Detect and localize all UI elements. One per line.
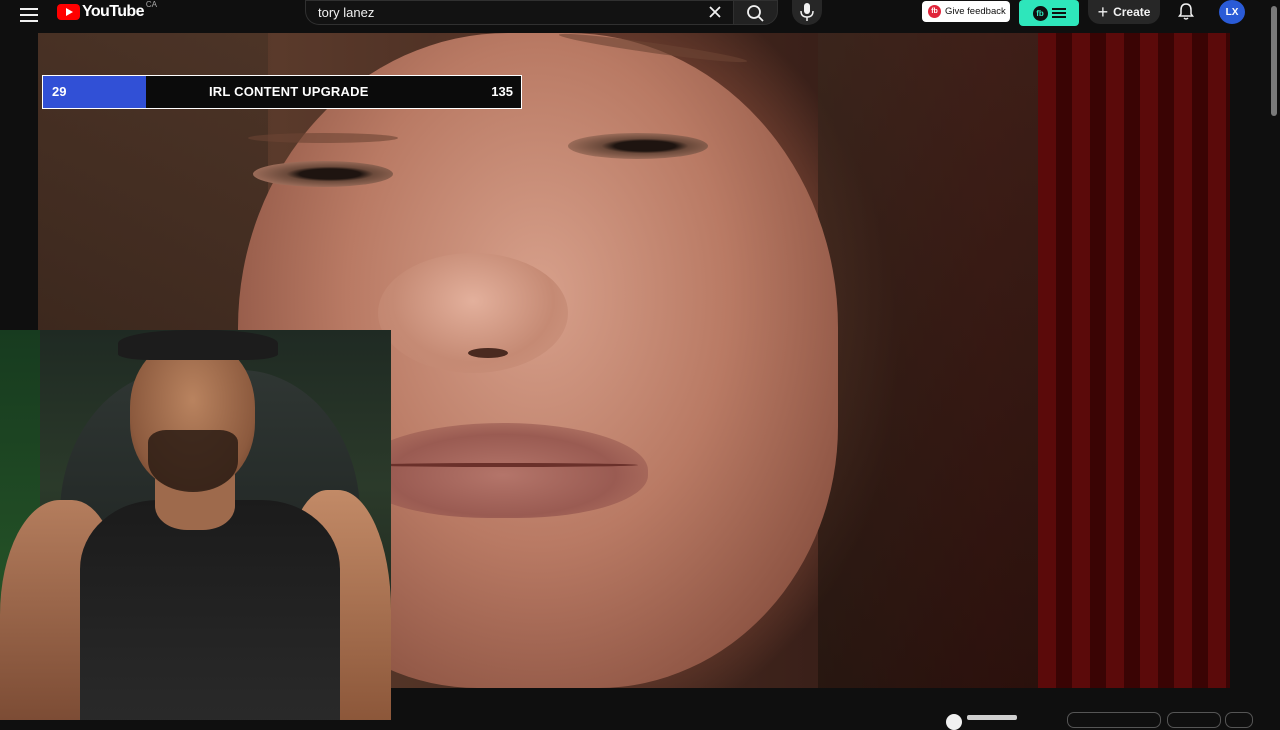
feedback-label: Give feedback	[945, 6, 1006, 17]
extension-button[interactable]: fb	[1019, 0, 1079, 26]
create-label: Create	[1113, 5, 1151, 19]
hamburger-icon	[1051, 6, 1066, 20]
youtube-logo[interactable]: YouTube CA	[57, 0, 157, 21]
video-frame-curtain	[1038, 33, 1230, 688]
search-box[interactable]	[305, 0, 735, 25]
video-frame-brow-left	[248, 133, 398, 143]
clear-icon[interactable]	[706, 3, 724, 21]
channel-name-partial	[967, 715, 1017, 720]
page-scrollbar[interactable]	[1268, 0, 1280, 720]
goal-title: IRL CONTENT UPGRADE	[209, 84, 369, 99]
goal-target: 135	[491, 84, 513, 99]
search-button[interactable]	[733, 0, 778, 25]
action-button-2[interactable]	[1167, 712, 1221, 728]
video-frame-nostril	[468, 348, 508, 358]
menu-icon[interactable]	[20, 5, 38, 22]
create-button[interactable]: + Create	[1088, 0, 1160, 24]
extension-badge: fb	[1032, 5, 1048, 21]
channel-avatar[interactable]	[946, 714, 962, 730]
search-icon	[747, 5, 764, 22]
youtube-logo-icon	[57, 4, 80, 20]
below-video-strip	[391, 688, 1268, 730]
bell-icon[interactable]	[1176, 1, 1196, 21]
scrollbar-thumb[interactable]	[1271, 6, 1277, 116]
video-frame-lip-line	[368, 463, 638, 467]
webcam-overlay	[0, 330, 391, 720]
stream-goal-bar: 29 IRL CONTENT UPGRADE 135	[42, 75, 522, 109]
video-frame-lips	[358, 423, 648, 518]
avatar-initials: LX	[1225, 6, 1239, 18]
logo-text: YouTube	[82, 3, 144, 20]
country-code: CA	[145, 0, 157, 9]
avatar[interactable]: LX	[1219, 0, 1245, 24]
give-feedback-button[interactable]: fb Give feedback	[922, 1, 1010, 22]
plus-icon: +	[1097, 2, 1109, 22]
feedback-badge: fb	[928, 5, 941, 18]
video-frame-eye-left	[253, 161, 393, 187]
webcam-tank-top	[80, 500, 340, 720]
webcam-hat	[118, 330, 278, 360]
action-button-1[interactable]	[1067, 712, 1161, 728]
goal-current: 29	[52, 84, 67, 99]
webcam-beard	[148, 430, 238, 492]
mic-icon	[800, 3, 814, 21]
more-actions-button[interactable]	[1225, 712, 1253, 728]
search-input[interactable]	[318, 4, 688, 20]
video-frame-eye-right	[568, 133, 708, 159]
voice-search-button[interactable]	[792, 0, 822, 25]
top-bar: YouTube CA fb Give feedback fb + Create	[0, 0, 1280, 30]
